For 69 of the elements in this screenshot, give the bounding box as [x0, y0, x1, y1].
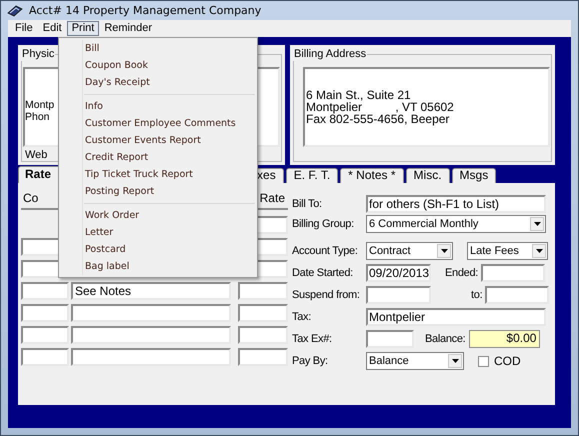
dropdown-field[interactable]: Contract — [366, 242, 453, 260]
field-label: to: — [471, 289, 482, 301]
input-field[interactable] — [21, 326, 69, 344]
menu-option[interactable]: Coupon Book — [59, 57, 257, 74]
input-field[interactable]: for others (Sh-F1 to List) — [366, 194, 546, 212]
input-field[interactable] — [71, 304, 231, 322]
menu-option[interactable]: Work Order — [59, 207, 257, 224]
input-field[interactable] — [71, 348, 231, 366]
checkbox[interactable] — [478, 356, 489, 366]
input-field[interactable]: Montpelier — [366, 308, 546, 326]
app-icon — [7, 4, 23, 18]
menu-option[interactable]: Info — [59, 98, 257, 115]
menu-option[interactable]: Bag label — [59, 258, 257, 275]
group-title: Physic — [21, 47, 56, 61]
menu-option[interactable]: Posting Report — [59, 183, 257, 200]
tab[interactable]: * Notes * — [340, 168, 404, 183]
input-field[interactable]: 09/20/2013 — [366, 264, 431, 282]
input-field[interactable] — [71, 326, 231, 344]
field-label: Suspend from: — [292, 289, 361, 301]
checkbox-label: COD — [494, 354, 521, 368]
input-field[interactable] — [238, 282, 288, 300]
dropdown-field[interactable]: Late Fees — [467, 242, 548, 260]
input-field[interactable] — [238, 348, 288, 366]
field-label: Bill To: — [292, 198, 323, 210]
field-label: Tax Ex#: — [292, 333, 333, 345]
menu-option[interactable]: Letter — [59, 224, 257, 241]
menu-item[interactable]: Edit — [38, 21, 67, 36]
input-field[interactable] — [366, 286, 431, 304]
input-field[interactable] — [21, 304, 69, 322]
group-title: Billing Address — [293, 47, 368, 61]
column-header: Rate — [260, 191, 285, 205]
address-field[interactable]: 6 Main St., Suite 21 Montpelier , VT 05602 Fax 802-555-4656, Beeper — [303, 67, 550, 147]
tab[interactable]: E. F. T. — [286, 168, 338, 183]
caret-icon — [536, 249, 542, 253]
menu-option[interactable]: Credit Report — [59, 149, 257, 166]
field-label: Ended: — [445, 267, 478, 279]
input-field[interactable] — [238, 326, 288, 344]
dropdown-field[interactable]: Balance — [366, 352, 464, 370]
menu-item[interactable]: Print — [66, 21, 100, 36]
input-field[interactable] — [21, 282, 69, 300]
tab[interactable]: Msgs — [452, 168, 496, 183]
menu-option[interactable]: Bill — [59, 40, 257, 57]
menu-item[interactable]: File — [10, 21, 38, 36]
field-label: Web — [25, 149, 48, 161]
input-field[interactable]: See Notes — [71, 282, 231, 300]
window-title: Acct# 14 Property Management Company — [29, 4, 262, 17]
field-label: Tax: — [292, 311, 312, 323]
menu-item[interactable]: Reminder — [99, 21, 158, 36]
input-field[interactable]: $0.00 — [469, 330, 540, 348]
input-field[interactable] — [481, 264, 546, 282]
tab[interactable]: Misc. — [406, 168, 450, 183]
field-label: Balance: — [425, 333, 466, 345]
menu-option[interactable]: Customer Events Report — [59, 132, 257, 149]
column-header: Co — [23, 191, 38, 205]
input-field[interactable] — [238, 304, 288, 322]
field-label: Date Started: — [292, 267, 354, 279]
menu-option[interactable]: Postcard — [59, 241, 257, 258]
caret-icon — [452, 359, 458, 363]
caret-icon — [534, 222, 540, 226]
field-label: Billing Group: — [292, 218, 355, 230]
dropdown-field[interactable]: 6 Commercial Monthly — [366, 215, 546, 233]
caret-icon — [440, 249, 448, 253]
input-field[interactable] — [21, 348, 69, 366]
field-label: Pay By: — [292, 355, 329, 367]
input-field[interactable] — [366, 330, 414, 348]
menu-option[interactable]: Day's Receipt — [59, 74, 257, 91]
menu-option[interactable]: Customer Employee Comments — [59, 115, 257, 132]
input-field[interactable] — [485, 286, 550, 304]
field-label: Account Type: — [292, 245, 359, 257]
